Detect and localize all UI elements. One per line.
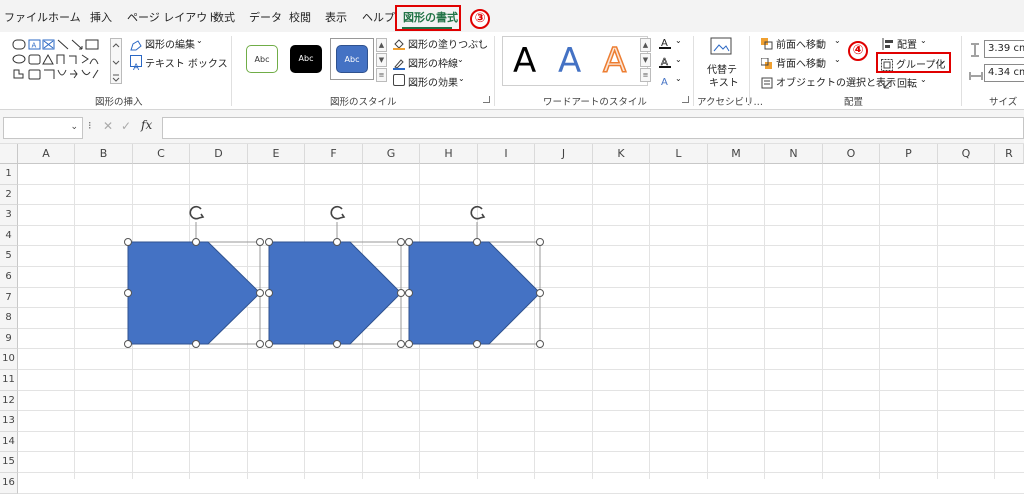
svg-text:A: A (661, 77, 668, 88)
group-label-shape-styles: 図形のスタイル (330, 97, 397, 108)
rotate-icon (882, 75, 894, 89)
chevron-down-icon: ⌄ (834, 36, 841, 45)
align-button[interactable]: 配置 (897, 36, 917, 51)
style-gallery-up[interactable]: ▲ (376, 38, 387, 52)
shape-gallery-icons: A (12, 39, 99, 80)
text-outline-icon[interactable]: A (658, 54, 672, 68)
alt-text-icon[interactable] (710, 37, 732, 57)
chevron-down-icon: ⌄ (458, 74, 465, 83)
bring-forward-button[interactable]: 前面へ移動 (776, 36, 826, 51)
ribbon: A 図形の編集 ⌄ A テキスト ボックス 図形の挿入 Abc Abc Abc … (0, 32, 1024, 110)
alt-text-label-line2[interactable]: キスト (709, 74, 739, 89)
chevron-down-icon: ⌄ (70, 122, 78, 132)
shape-effects-button[interactable]: 図形の効果 (408, 74, 458, 89)
chevron-down-icon: ⌄ (675, 74, 682, 83)
selection-pane-button[interactable]: オブジェクトの選択と表示 (776, 74, 896, 89)
tab-insert[interactable]: 挿入 (90, 9, 112, 25)
chevron-down-icon: ⌄ (920, 36, 927, 45)
fill-bucket-icon (393, 35, 405, 50)
width-icon (969, 67, 983, 80)
shape-width-input[interactable]: 4.34 cm (984, 64, 1024, 82)
wordart-sample-orange[interactable]: A (602, 43, 627, 79)
text-fill-icon[interactable]: A (658, 35, 672, 49)
rotate-button[interactable]: 回転 (897, 75, 917, 90)
step-marker-3: ③ (470, 9, 490, 29)
ribbon-separator (749, 36, 750, 106)
wordart-sample-black[interactable]: A (513, 44, 536, 78)
formula-bar: ⌄ ⁝ ✕ ✓ fx (0, 110, 1024, 144)
ribbon-separator (494, 36, 495, 106)
chevron-down-icon: ⌄ (196, 36, 203, 45)
shape-effects-icon (393, 74, 405, 86)
send-backward-icon (760, 55, 773, 69)
cancel-entry-icon[interactable]: ✕ (103, 119, 113, 133)
worksheet-grid[interactable]: ABCDEFGHIJKLMNOPQR 1 2 3 4 5 6 7 8 9 10 11 12 13 14 15… (0, 144, 1024, 494)
tab-data[interactable]: データ (249, 9, 282, 25)
height-icon (969, 42, 981, 57)
insert-function-icon[interactable]: fx (141, 118, 152, 132)
ribbon-separator (693, 36, 694, 106)
wordart-gallery-more[interactable]: ≡ (640, 68, 651, 82)
chevron-down-icon: ⌄ (675, 55, 682, 64)
gridline-horizontal (18, 492, 1024, 494)
tab-view[interactable]: 表示 (325, 9, 347, 25)
ribbon-separator (231, 36, 232, 106)
style-gallery-down[interactable]: ▼ (376, 53, 387, 67)
shape-gallery[interactable]: A (10, 36, 110, 88)
group-label-size: サイズ (989, 97, 1018, 108)
tab-formulas[interactable]: 数式 (213, 9, 235, 25)
group-label-insert-shapes: 図形の挿入 (95, 97, 143, 108)
chevron-down-icon: ⌄ (457, 55, 464, 64)
tab-page-layout[interactable]: ページ レイアウト (127, 9, 218, 25)
selection-handles-layer[interactable] (0, 144, 1024, 479)
tab-help[interactable]: ヘルプ (362, 9, 395, 25)
highlight-box-shape-format (395, 5, 461, 31)
edit-shape-icon (130, 36, 142, 51)
chevron-down-icon: ⌄ (675, 36, 682, 45)
wordart-gallery-up[interactable]: ▲ (640, 38, 651, 52)
pen-outline-icon (393, 55, 405, 70)
text-box-button[interactable]: テキスト ボックス (145, 55, 228, 70)
formula-input[interactable] (162, 117, 1024, 139)
text-effects-icon[interactable]: A (658, 73, 672, 88)
send-backward-button[interactable]: 背面へ移動 (776, 55, 826, 70)
chevron-down-icon: ⌄ (920, 75, 927, 84)
edit-shape-button[interactable]: 図形の編集 (145, 36, 195, 51)
group-label-wordart: ワードアートのスタイル (543, 97, 647, 108)
group-label-arrange: 配置 (844, 97, 864, 108)
align-icon (882, 35, 894, 50)
shape-gallery-scroll[interactable] (110, 38, 122, 84)
shape-style-swatch-black[interactable]: Abc (290, 45, 322, 73)
dialog-launcher-icon[interactable] (682, 96, 689, 103)
more-options-icon[interactable]: ⁝ (88, 119, 92, 132)
style-gallery-more[interactable]: ≡ (376, 68, 387, 82)
text-box-icon: A (130, 55, 142, 73)
shape-style-swatch-outline[interactable]: Abc (246, 45, 278, 73)
shape-outline-button[interactable]: 図形の枠線 (408, 55, 458, 70)
dialog-launcher-icon[interactable] (483, 96, 490, 103)
chevron-down-icon: ⌄ (834, 55, 841, 64)
wordart-sample-blue[interactable]: A (558, 44, 581, 78)
ribbon-separator (961, 36, 962, 106)
highlight-box-group (876, 52, 951, 73)
wordart-gallery-down[interactable]: ▼ (640, 53, 651, 67)
chevron-down-icon: ⌄ (477, 36, 484, 45)
shape-style-swatch-blue[interactable]: Abc (336, 45, 368, 73)
shape-height-input[interactable]: 3.39 cm (984, 40, 1024, 58)
confirm-entry-icon[interactable]: ✓ (121, 119, 131, 133)
svg-text:A: A (32, 42, 37, 50)
step-marker-4: ④ (848, 41, 868, 61)
selection-pane-icon (761, 74, 773, 89)
bring-forward-icon (761, 35, 773, 50)
group-label-accessibility: アクセシビリ… (697, 97, 764, 108)
name-box[interactable]: ⌄ (3, 117, 83, 139)
tab-file[interactable]: ファイル (4, 9, 48, 25)
ribbon-tab-bar: ファイル ホーム 挿入 ページ レイアウト 数式 データ 校閲 表示 ヘルプ 図… (0, 0, 1024, 32)
chevron-scroll-icon (112, 43, 120, 82)
tab-home[interactable]: ホーム (48, 9, 81, 25)
svg-text:A: A (133, 63, 140, 71)
tab-review[interactable]: 校閲 (289, 9, 311, 25)
